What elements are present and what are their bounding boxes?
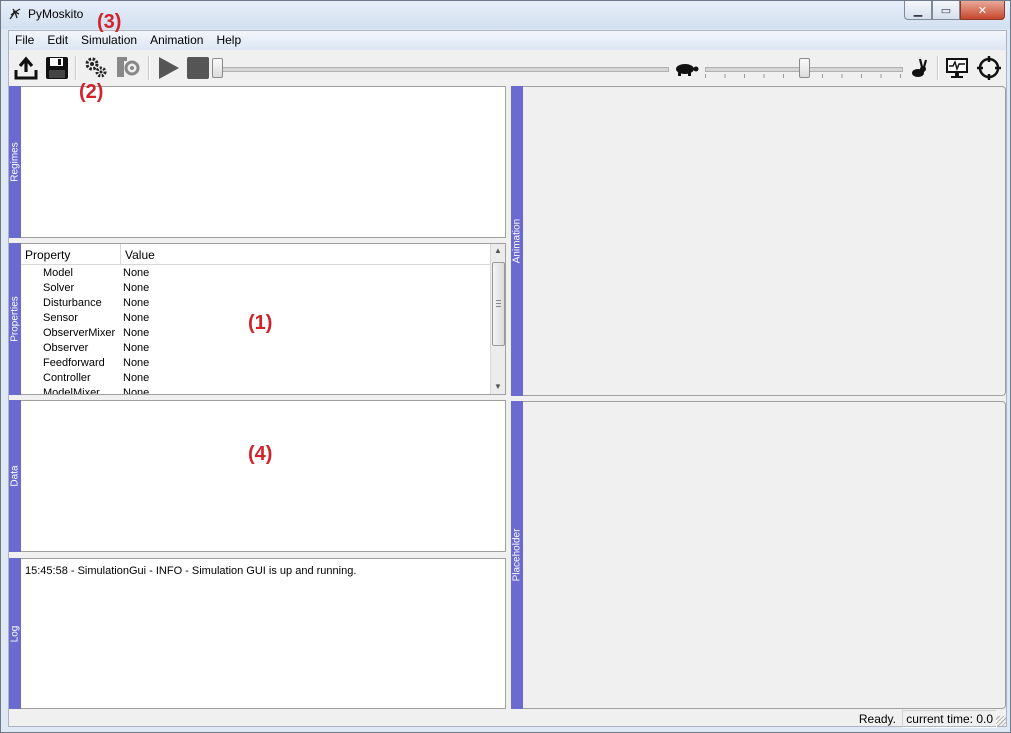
log-dock-title: Log [9, 625, 21, 642]
minimize-button[interactable]: ▁ [904, 1, 932, 20]
annotation-3: (3) [97, 11, 122, 33]
property-row[interactable]: Disturbance None [21, 296, 491, 311]
rabbit-icon [912, 58, 928, 77]
placeholder-dock-title: Placeholder [511, 528, 523, 582]
property-value[interactable]: None [123, 372, 149, 384]
property-key: Solver [43, 282, 75, 294]
menu-file[interactable]: File [9, 31, 41, 50]
window-title: PyMoskito [28, 7, 84, 21]
placeholder-view[interactable] [523, 401, 1006, 709]
property-key: Feedforward [43, 357, 105, 369]
progress-slider-handle[interactable] [212, 58, 223, 78]
data-list[interactable] [21, 400, 506, 552]
title-bar[interactable]: PyMoskito ▁ ▭ ✕ [1, 1, 1010, 29]
scrollbar-thumb[interactable] [492, 262, 505, 346]
properties-scrollbar[interactable]: ▲ ▼ [490, 244, 505, 394]
menu-edit[interactable]: Edit [41, 31, 75, 50]
mosquito-app-icon [9, 8, 21, 20]
scroll-up-icon[interactable]: ▲ [491, 244, 505, 258]
animation-dock: Animation [511, 86, 1006, 396]
status-bar: Ready. current time: 0.0 [9, 709, 1006, 728]
regimes-list[interactable] [21, 86, 506, 238]
save-icon[interactable] [44, 55, 70, 81]
menu-animation[interactable]: Animation [144, 31, 210, 50]
annotation-1: (1) [248, 312, 273, 334]
property-key: ObserverMixer [43, 327, 116, 339]
property-key: Controller [43, 372, 91, 384]
property-row[interactable]: ModelMixer None [21, 386, 491, 394]
settings-animate-icon[interactable] [115, 55, 141, 81]
simulation-progress-slider[interactable] [219, 67, 669, 72]
properties-header: Property Value [21, 244, 491, 265]
property-row[interactable]: Feedforward None [21, 356, 491, 371]
properties-dock-title: Properties [9, 296, 21, 342]
minimize-icon: ▁ [913, 4, 923, 17]
crosshair-icon[interactable] [976, 55, 1002, 81]
property-key: Disturbance [43, 297, 102, 309]
property-row[interactable]: Model None [21, 266, 491, 281]
annotation-2: (2) [79, 81, 104, 103]
stop-icon[interactable] [185, 55, 211, 81]
maximize-button[interactable]: ▭ [932, 1, 960, 20]
header-value[interactable]: Value [125, 248, 155, 262]
menu-help[interactable]: Help [210, 31, 248, 50]
property-value[interactable]: None [123, 327, 149, 339]
play-icon[interactable] [155, 55, 181, 81]
property-value[interactable]: None [123, 342, 149, 354]
status-current-time: current time: 0.0 [902, 710, 997, 728]
property-value[interactable]: None [123, 312, 149, 324]
status-ready: Ready. [858, 712, 896, 726]
data-dock: Data [9, 400, 506, 552]
annotation-4: (4) [248, 443, 273, 465]
log-dock: Log 15:45:58 - SimulationGui - INFO - Si… [9, 558, 506, 709]
property-key: Observer [43, 342, 89, 354]
upload-icon[interactable] [13, 55, 39, 81]
close-button[interactable]: ✕ [960, 1, 1005, 20]
property-value[interactable]: None [123, 297, 149, 309]
property-row[interactable]: Solver None [21, 281, 491, 296]
property-key: Model [43, 267, 73, 279]
property-value[interactable]: None [123, 282, 149, 294]
header-property[interactable]: Property [25, 248, 70, 262]
close-icon: ✕ [977, 4, 988, 17]
animation-view[interactable] [523, 86, 1006, 396]
property-row[interactable]: Observer None [21, 341, 491, 356]
app-window: PyMoskito ▁ ▭ ✕ File Edit Simulation Ani… [0, 0, 1011, 733]
maximize-icon: ▭ [940, 4, 952, 17]
regimes-dock-title: Regimes [9, 142, 21, 182]
placeholder-dock: Placeholder [511, 401, 1006, 709]
monitor-icon[interactable] [944, 55, 970, 81]
animation-dock-title: Animation [511, 218, 523, 264]
toolbar [9, 51, 1006, 85]
main-window-client: File Edit Simulation Animation Help Regi… [8, 11, 1007, 728]
property-row[interactable]: Controller None [21, 371, 491, 386]
scroll-down-icon[interactable]: ▼ [491, 380, 505, 394]
property-value[interactable]: None [123, 357, 149, 369]
turtle-icon [676, 64, 699, 76]
property-key: Sensor [43, 312, 78, 324]
property-key: ModelMixer [43, 387, 100, 394]
menu-bar: File Edit Simulation Animation Help [9, 31, 1006, 50]
property-value[interactable]: None [123, 387, 149, 394]
log-line: 15:45:58 - SimulationGui - INFO - Simula… [25, 565, 357, 577]
gears-icon[interactable] [83, 55, 109, 81]
log-text[interactable]: 15:45:58 - SimulationGui - INFO - Simula… [21, 558, 506, 709]
regimes-dock: Regimes [9, 86, 506, 238]
speed-slider-handle[interactable] [798, 58, 810, 78]
data-dock-title: Data [9, 465, 21, 487]
property-value[interactable]: None [123, 267, 149, 279]
resize-grip[interactable] [996, 716, 1006, 726]
